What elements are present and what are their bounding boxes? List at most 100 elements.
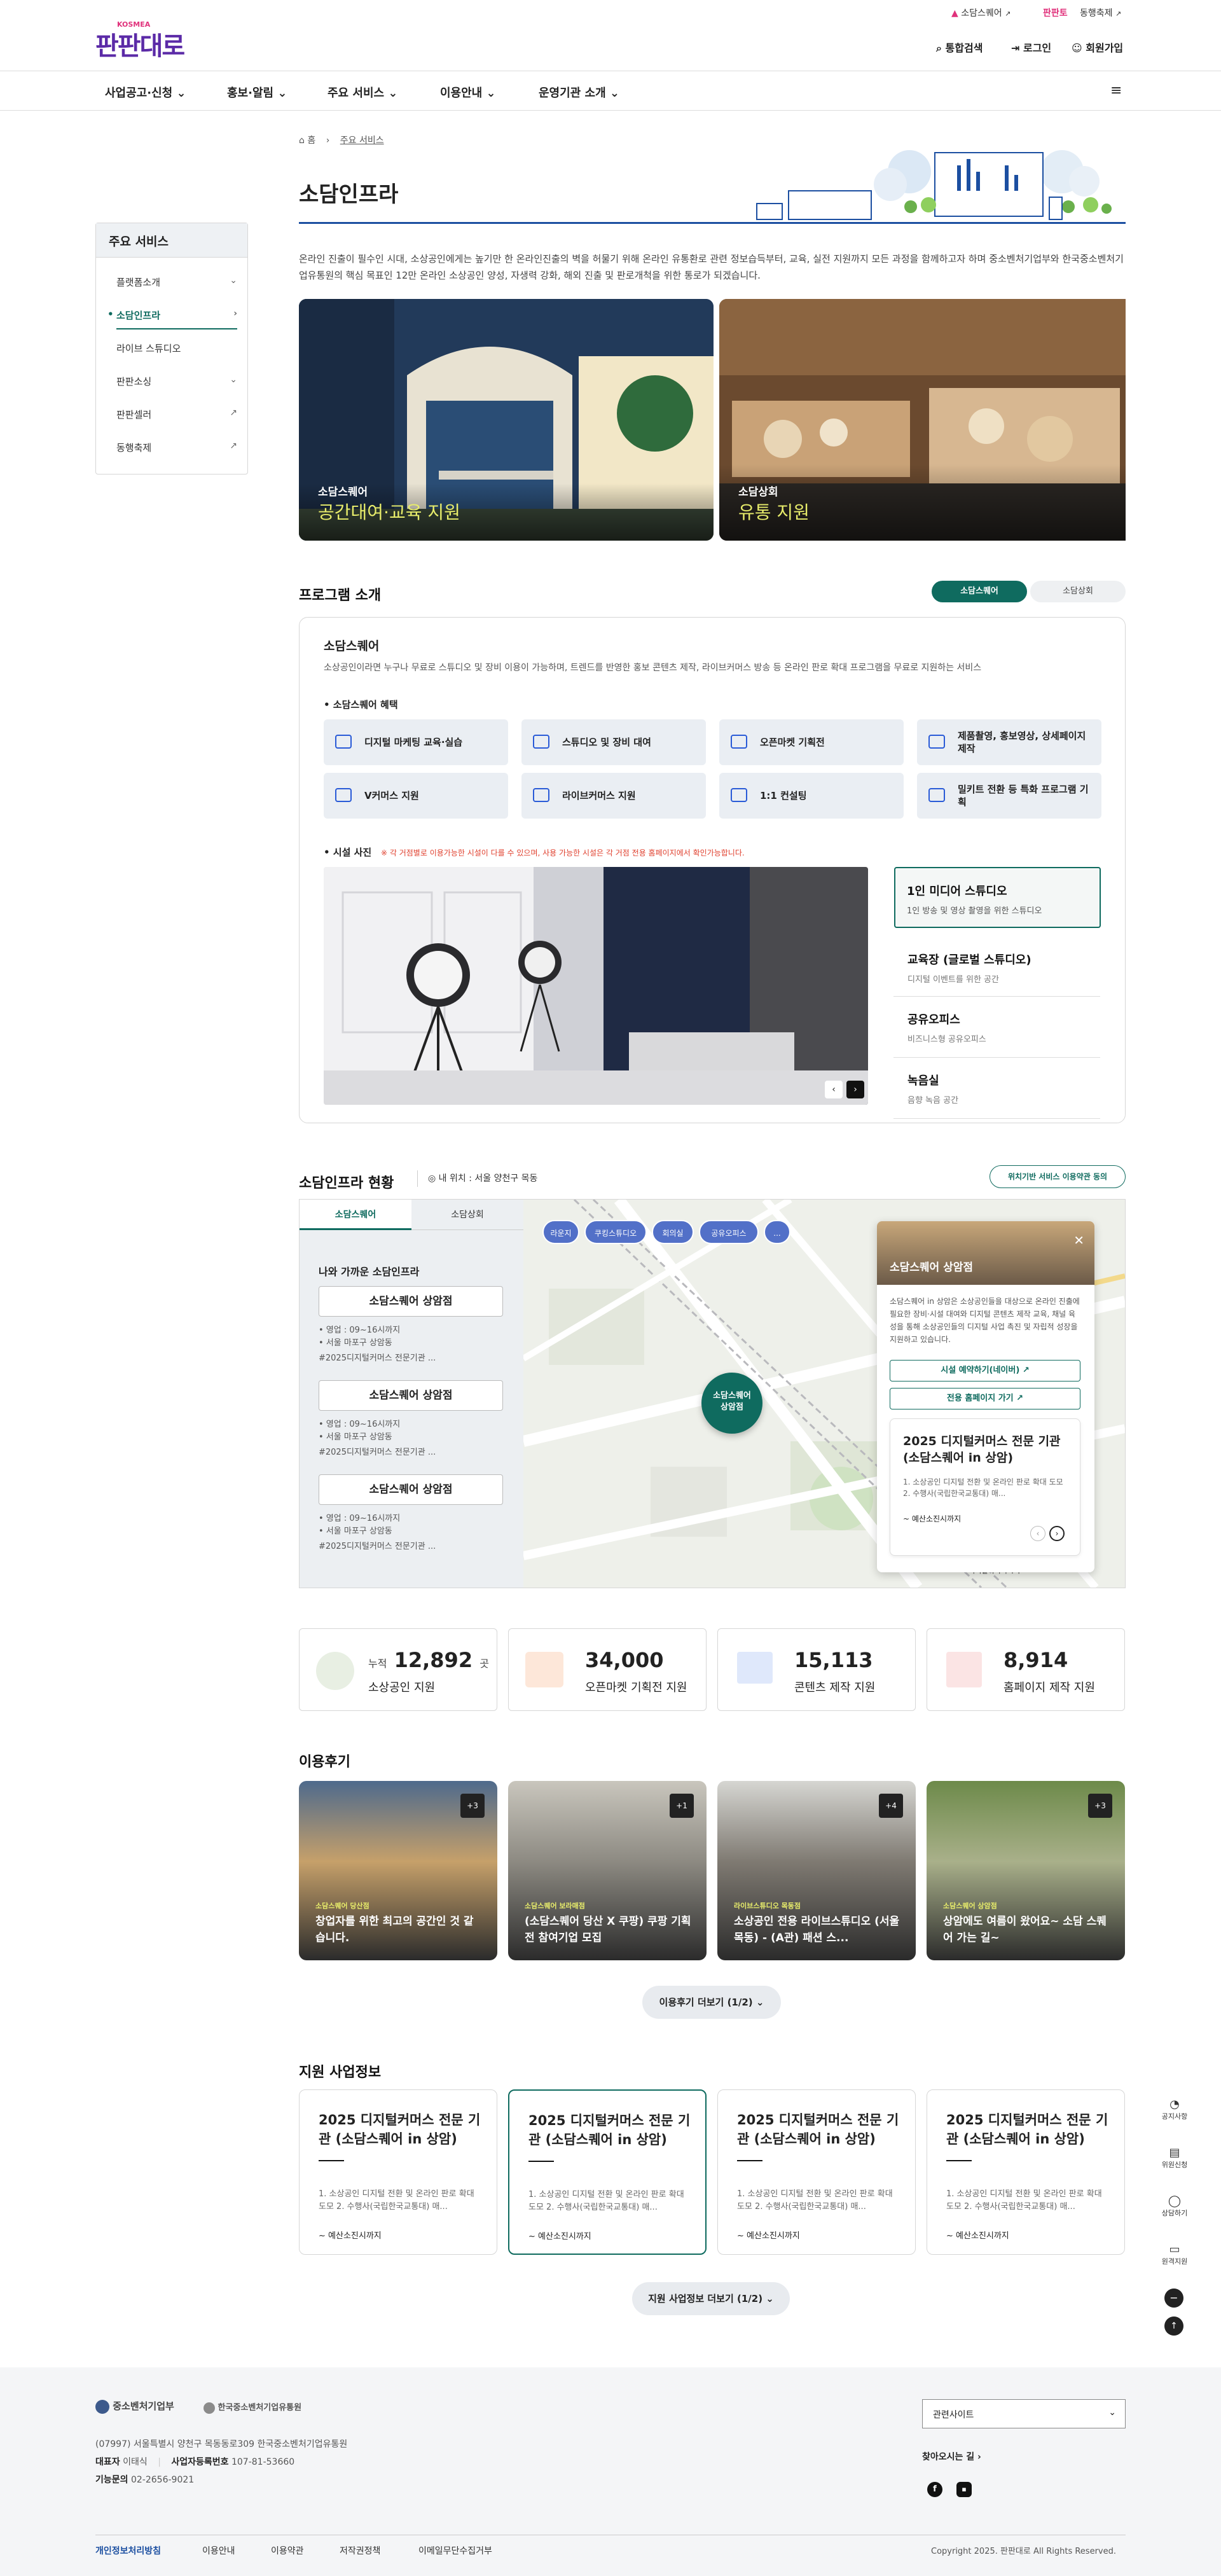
facility-tab-classroom[interactable]: 교육장 (글로벌 스튜디오) 디지털 이벤트를 위한 공간 xyxy=(893,938,1100,997)
support-card[interactable]: 2025 디지털커머스 전문 기관 (소담스퀘어 in 상암) 1. 소상공인 … xyxy=(927,2089,1125,2255)
review-title: 상암에도 여름이 왔어요~ 소담 스퀘어 가는 길~ xyxy=(943,1915,1107,1944)
user-icon: ☺ xyxy=(1072,42,1082,54)
breadcrumb-home[interactable]: 홈 xyxy=(307,135,315,146)
hero-title: 유통 지원 xyxy=(738,502,810,523)
review-title: 소상공인 전용 라이브스튜디오 (서울 목동) - (A관) 패션 스... xyxy=(734,1915,900,1944)
title-illustration xyxy=(756,150,1112,220)
quick-notice[interactable]: ◔ 공지사항 xyxy=(1159,2098,1190,2121)
stat-value: 8,914 xyxy=(1004,1648,1068,1672)
photo-count-badge: +4 xyxy=(879,1794,903,1818)
program-title: 프로그램 소개 xyxy=(299,588,382,604)
hero-card-space[interactable]: 소담스퀘어 공간대여·교육 지원 xyxy=(299,299,714,541)
site-logo[interactable]: 판판대로 KOSMEA xyxy=(95,20,185,62)
support-card[interactable]: 2025 디지털커머스 전문 기관 (소담스퀘어 in 상암) 1. 소상공인 … xyxy=(299,2089,497,2255)
my-location: ◎ 내 위치 : 서울 양천구 목동 xyxy=(417,1170,537,1187)
reviews-more-button[interactable]: 이용후기 더보기 (1/2) ⌄ xyxy=(642,1986,781,2019)
card-next-button[interactable]: › xyxy=(1049,1526,1065,1541)
photo-count-badge: +3 xyxy=(460,1794,485,1818)
directions-link[interactable]: 찾아오시는 길 › xyxy=(922,2450,981,2463)
review-card[interactable]: +4 라이브스튜디오 목동점 소상공인 전용 라이브스튜디오 (서울 목동) -… xyxy=(717,1781,916,1960)
footer-link-guide[interactable]: 이용안내 xyxy=(202,2544,235,2557)
side-item-sourcing[interactable]: 판판소싱 ⌄ xyxy=(116,375,237,388)
location-consent-button[interactable]: 위치기반 서비스 이용약관 동의 xyxy=(990,1165,1126,1188)
stat-value: 15,113 xyxy=(794,1648,873,1672)
map-chip[interactable]: 쿠킹스튜디오 xyxy=(584,1220,647,1244)
stat-card: 8,914 홈페이지 제작 지원 xyxy=(927,1628,1125,1711)
chevron-down-icon: ⌄ xyxy=(609,87,620,100)
footer-link-terms[interactable]: 이용약관 xyxy=(271,2544,304,2557)
gnb-item-notice[interactable]: 사업공고·신청 ⌄ xyxy=(105,84,186,100)
map-marker[interactable]: 소담스퀘어 상암점 xyxy=(701,1373,762,1434)
menu-icon[interactable]: ≡ xyxy=(1110,83,1122,99)
facility-photo: ‹ › xyxy=(324,867,868,1105)
top-header: 판판대로 KOSMEA ▲ 소담스퀘어 ↗ 판판토 동행축제 ↗ ⌕ 통합검색 … xyxy=(0,0,1221,71)
global-nav: 사업공고·신청 ⌄ 홍보·알림 ⌄ 주요 서비스 ⌄ 이용안내 ⌄ 운영기관 소… xyxy=(0,71,1221,111)
gnb-item-services[interactable]: 주요 서비스 ⌄ xyxy=(328,84,397,100)
login-button[interactable]: ⇥ 로그인 xyxy=(1011,39,1051,55)
support-card[interactable]: 2025 디지털커머스 전문 기관 (소담스퀘어 in 상암) 1. 소상공인 … xyxy=(717,2089,916,2255)
facility-tab-office[interactable]: 공유오피스 비즈니스형 공유오피스 xyxy=(893,997,1100,1058)
breadcrumb-current[interactable]: 주요 서비스 xyxy=(340,135,384,146)
review-card[interactable]: +3 소담스퀘어 당산점 창업자를 위한 최고의 공간인 것 같습니다. xyxy=(299,1781,497,1960)
gnb-item-about[interactable]: 운영기관 소개 ⌄ xyxy=(539,84,619,100)
support-card[interactable]: 2025 디지털커머스 전문 기관 (소담스퀘어 in 상암) 1. 소상공인 … xyxy=(508,2089,707,2255)
homepage-button[interactable]: 전용 홈페이지 가기 ↗ xyxy=(890,1388,1080,1409)
card-prev-button[interactable]: ‹ xyxy=(1030,1526,1045,1541)
facebook-icon[interactable]: f xyxy=(927,2482,942,2497)
support-more-button[interactable]: 지원 사업정보 더보기 (1/2) ⌄ xyxy=(632,2282,790,2315)
footer-link-email[interactable]: 이메일무단수집거부 xyxy=(418,2544,492,2557)
side-item-seller[interactable]: 판판셀러 ↗ xyxy=(116,408,237,421)
search-button[interactable]: ⌕ 통합검색 xyxy=(936,39,983,55)
near-card[interactable]: 소담스퀘어 상암점 xyxy=(319,1286,503,1317)
review-card[interactable]: +3 소담스퀘어 상암점 상암에도 여름이 왔어요~ 소담 스퀘어 가는 길~ xyxy=(927,1781,1125,1960)
hero-card-distribution[interactable]: 소담상회 유통 지원 xyxy=(719,299,1134,541)
tab-sodam-store[interactable]: 소담상회 xyxy=(1030,581,1126,602)
map-chip[interactable]: ... xyxy=(764,1220,790,1244)
popup-program-card[interactable]: 2025 디지털커머스 전문 기관 (소담스퀘어 in 상암) 1. 소상공인 … xyxy=(890,1418,1080,1556)
footer-link-privacy[interactable]: 개인정보처리방침 xyxy=(95,2544,161,2557)
quick-remote[interactable]: ▭ 원격지원 xyxy=(1159,2243,1190,2266)
near-card[interactable]: 소담스퀘어 상암점 xyxy=(319,1380,503,1411)
close-icon[interactable]: ✕ xyxy=(1073,1233,1084,1248)
footer-link-copyright[interactable]: 저작권정책 xyxy=(340,2544,380,2557)
side-item-infra[interactable]: • 소담인프라 › xyxy=(107,308,237,329)
mss-logo-icon xyxy=(95,2399,109,2414)
slide-prev-button[interactable]: ‹ xyxy=(825,1081,843,1098)
slide-next-button[interactable]: › xyxy=(846,1081,864,1098)
scroll-top-button[interactable]: ↑ xyxy=(1164,2316,1183,2336)
signup-button[interactable]: ☺ 회원가입 xyxy=(1072,39,1123,55)
side-item-platform[interactable]: 플랫폼소개 ⌄ xyxy=(116,275,237,289)
map-chip[interactable]: 공유오피스 xyxy=(699,1220,759,1244)
quick-consult[interactable]: ◯ 상담하기 xyxy=(1159,2194,1190,2218)
gnb-item-guide[interactable]: 이용안내 ⌄ xyxy=(440,84,496,100)
benefit-item: 디지털 마케팅 교육·실습 xyxy=(324,719,508,765)
stat-value: 34,000 xyxy=(585,1648,664,1672)
reserve-facility-button[interactable]: 시설 예약하기(네이버) ↗ xyxy=(890,1360,1080,1381)
map[interactable]: 라운지 쿠킹스튜디오 회의실 공유오피스 ... 소담스퀘어 상암점 디지털미디… xyxy=(523,1200,1125,1588)
talk-icon[interactable]: ▪ xyxy=(956,2482,972,2497)
related-sites-select[interactable]: 관련사이트 ⌄ xyxy=(922,2399,1126,2428)
facility-tab-media-studio[interactable]: 1인 미디어 스튜디오 1인 방송 및 영상 촬영을 위한 스튜디오 xyxy=(894,867,1101,928)
review-tag: 소담스퀘어 당산점 xyxy=(315,1902,369,1910)
gnb-item-promo[interactable]: 홍보·알림 ⌄ xyxy=(227,84,287,100)
review-card[interactable]: +1 소담스퀘어 보라매점 (소담스퀘어 당산 X 쿠팡) 쿠팡 기획전 참여기… xyxy=(508,1781,707,1960)
util-link-festival[interactable]: 동행축제 ↗ xyxy=(1080,6,1121,19)
status-tab-store[interactable]: 소담상회 xyxy=(411,1200,523,1230)
util-link-sodam[interactable]: ▲ 소담스퀘어 ↗ xyxy=(951,6,1011,19)
cooking-icon xyxy=(928,788,945,802)
facility-tab-recording[interactable]: 녹음실 음향 녹음 공간 xyxy=(893,1058,1100,1119)
status-tab-square[interactable]: 소담스퀘어 xyxy=(300,1200,411,1230)
side-item-live-studio[interactable]: 라이브 스튜디오 xyxy=(116,342,237,355)
scroll-up-button[interactable]: − xyxy=(1164,2289,1183,2308)
map-chip[interactable]: 라운지 xyxy=(542,1220,579,1244)
benefit-item: 밀키트 전환 등 특화 프로그램 기획 xyxy=(917,773,1101,819)
near-card[interactable]: 소담스퀘어 상암점 xyxy=(319,1474,503,1505)
chevron-down-icon: ⌄ xyxy=(176,87,186,100)
quick-apply[interactable]: ▤ 위원신청 xyxy=(1159,2146,1190,2170)
tab-sodam-square[interactable]: 소담스퀘어 xyxy=(932,581,1027,602)
util-link-panpanto[interactable]: 판판토 xyxy=(1043,6,1068,19)
map-chip[interactable]: 회의실 xyxy=(652,1220,694,1244)
side-item-festival[interactable]: 동행축제 ↗ xyxy=(116,441,237,454)
near-info: • 영업 : 09~16시까지 • 서울 마포구 상암동 #2025디지털커머스 전… xyxy=(319,1514,436,1551)
popup-photo xyxy=(877,1221,1094,1285)
